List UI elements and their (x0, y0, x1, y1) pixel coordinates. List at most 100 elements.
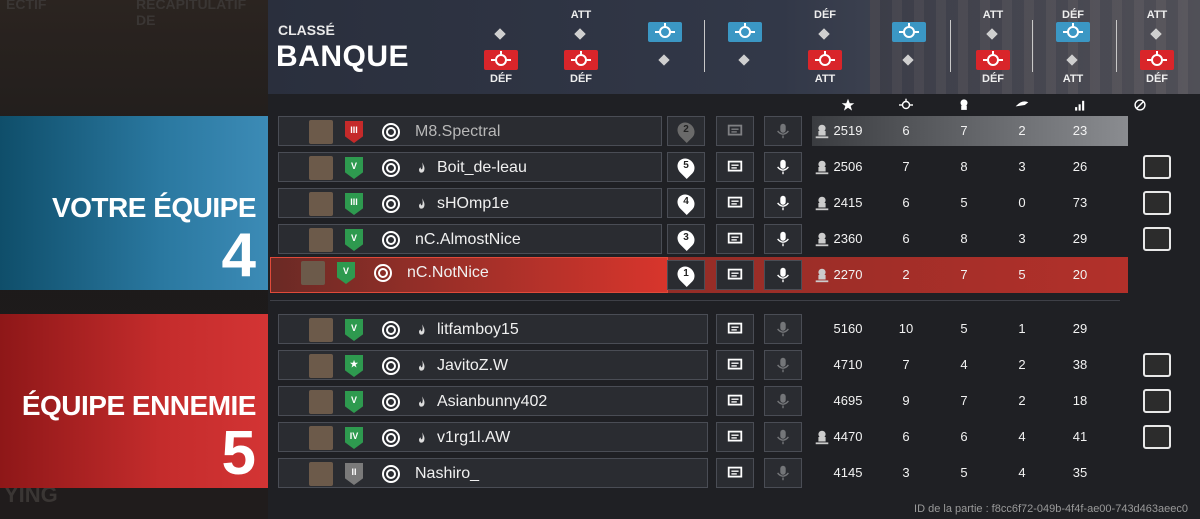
stat-deaths: 4 (960, 357, 968, 372)
player-card[interactable]: III M8.Spectral (278, 116, 662, 146)
chat-mute-button[interactable] (716, 188, 754, 218)
player-card[interactable]: III sHOmp1e (278, 188, 662, 218)
round-side-bottom: DÉF (570, 73, 592, 85)
round-lost-icon (976, 50, 1010, 70)
stat-score: 2506 (833, 159, 863, 174)
ubisoft-icon (381, 356, 401, 376)
voice-mute-button[interactable] (764, 152, 802, 182)
game-mode: CLASSÉ (278, 22, 335, 38)
voice-mute-button[interactable] (764, 188, 802, 218)
player-name: nC.NotNice (407, 264, 489, 281)
player-card[interactable]: II Nashiro_ (278, 458, 708, 488)
player-row[interactable]: ★ JavitoZ.W 4710 7 4 2 38 (0, 350, 1200, 380)
stat-header (886, 95, 926, 115)
player-row[interactable]: IV v1rg1l.AW 4470 6 6 4 41 (0, 422, 1200, 452)
voice-mute-button[interactable] (764, 422, 802, 452)
ping-number: 1 (683, 268, 689, 279)
rank-label: ★ (349, 359, 359, 369)
stat-kills: 6 (902, 429, 910, 444)
operator-icon (309, 426, 333, 450)
chat-mute-button[interactable] (716, 422, 754, 452)
rank-label: IV (349, 431, 359, 441)
stat-deaths: 5 (960, 321, 968, 336)
player-row[interactable]: II Nashiro_ 4145 3 5 4 35 (0, 458, 1200, 488)
player-card[interactable]: IV v1rg1l.AW (278, 422, 708, 452)
ubisoft-icon (373, 263, 393, 283)
player-card[interactable]: V Boit_de-leau (278, 152, 662, 182)
stat-kills: 7 (902, 357, 910, 372)
ping-order-button[interactable]: 4 (667, 188, 705, 218)
player-row[interactable]: III sHOmp1e 4 2415 6 5 0 73 (0, 188, 1200, 218)
rank-label: III (350, 197, 358, 207)
ping-order-button[interactable]: 3 (667, 224, 705, 254)
voice-mute-button[interactable] (764, 116, 802, 146)
voice-mute-button[interactable] (764, 260, 802, 290)
ping-order-button[interactable]: 5 (667, 152, 705, 182)
ubisoft-icon (381, 122, 401, 142)
stat-assists: 2 (1018, 393, 1026, 408)
player-row[interactable]: V Asianbunny402 4695 9 7 2 18 (0, 386, 1200, 416)
ping-order-button[interactable]: 1 (667, 260, 705, 290)
player-row[interactable]: III M8.Spectral 2 2519 6 7 2 23 (0, 116, 1200, 146)
voice-mute-button[interactable] (764, 386, 802, 416)
chat-mute-button[interactable] (716, 224, 754, 254)
player-card[interactable]: VnC.AlmostNice (278, 224, 662, 254)
player-card[interactable]: VnC.NotNice (270, 257, 668, 293)
voice-mute-button[interactable] (764, 224, 802, 254)
round-side-top: ATT (982, 9, 1004, 21)
voice-mute-button[interactable] (764, 458, 802, 488)
target-icon (1147, 51, 1167, 66)
player-row[interactable]: Vlitfamboy15 5160 10 5 1 29 (0, 314, 1200, 344)
player-card[interactable]: ★ JavitoZ.W (278, 350, 708, 380)
chat-mute-button[interactable] (716, 260, 754, 290)
chat-mute-button[interactable] (716, 458, 754, 488)
stat-score: 2360 (833, 231, 863, 246)
operator-icon (309, 192, 333, 216)
microphone-icon (777, 123, 789, 139)
round-5: DÉF ATT (800, 0, 850, 94)
stat-ping: 73 (1072, 195, 1088, 210)
chat-icon (727, 394, 743, 406)
chat-mute-button[interactable] (716, 314, 754, 344)
microphone-icon (777, 267, 789, 283)
fire-icon (419, 396, 425, 407)
stat-kills: 6 (902, 231, 910, 246)
stat-assists: 3 (1018, 231, 1026, 246)
voice-mute-button[interactable] (764, 350, 802, 380)
chat-mute-button[interactable] (716, 386, 754, 416)
player-card[interactable]: V Asianbunny402 (278, 386, 708, 416)
stat-ping: 23 (1072, 123, 1088, 138)
round-2: ATT DÉF (556, 0, 606, 94)
player-name: JavitoZ.W (437, 357, 509, 374)
chat-icon (727, 268, 743, 280)
rank-label: V (350, 233, 357, 243)
stat-header (1120, 95, 1160, 115)
fire-icon (419, 324, 425, 335)
ban-icon (1134, 99, 1146, 111)
round-marker-icon (738, 54, 750, 66)
chat-mute-button[interactable] (716, 116, 754, 146)
player-row[interactable]: VnC.AlmostNice 3 2360 6 8 3 29 (0, 224, 1200, 254)
player-card[interactable]: Vlitfamboy15 (278, 314, 708, 344)
microphone-icon (777, 429, 789, 445)
ghost-tab-objective: ECTIF (6, 0, 47, 12)
chat-mute-button[interactable] (716, 350, 754, 380)
player-name: litfamboy15 (437, 321, 519, 338)
player-row[interactable]: VnC.NotNice 1 2270 2 7 5 20 (0, 257, 1200, 293)
voice-mute-button[interactable] (764, 314, 802, 344)
flame-icon (415, 195, 429, 213)
round-3 (640, 0, 690, 94)
round-marker-icon (494, 28, 506, 40)
chat-mute-button[interactable] (716, 152, 754, 182)
round-lost-icon (1140, 50, 1174, 70)
microphone-icon (777, 195, 789, 211)
ping-order-button[interactable]: 2 (667, 116, 705, 146)
rank-badge-icon: III (345, 121, 363, 143)
stat-score: 2415 (833, 195, 863, 210)
round-marker-icon (574, 28, 586, 40)
ubisoft-logo-icon (374, 264, 392, 282)
player-row[interactable]: V Boit_de-leau 5 2506 7 8 3 26 (0, 152, 1200, 182)
ubisoft-logo-icon (382, 393, 400, 411)
ping-number: 3 (683, 232, 689, 243)
chat-icon (727, 466, 743, 478)
